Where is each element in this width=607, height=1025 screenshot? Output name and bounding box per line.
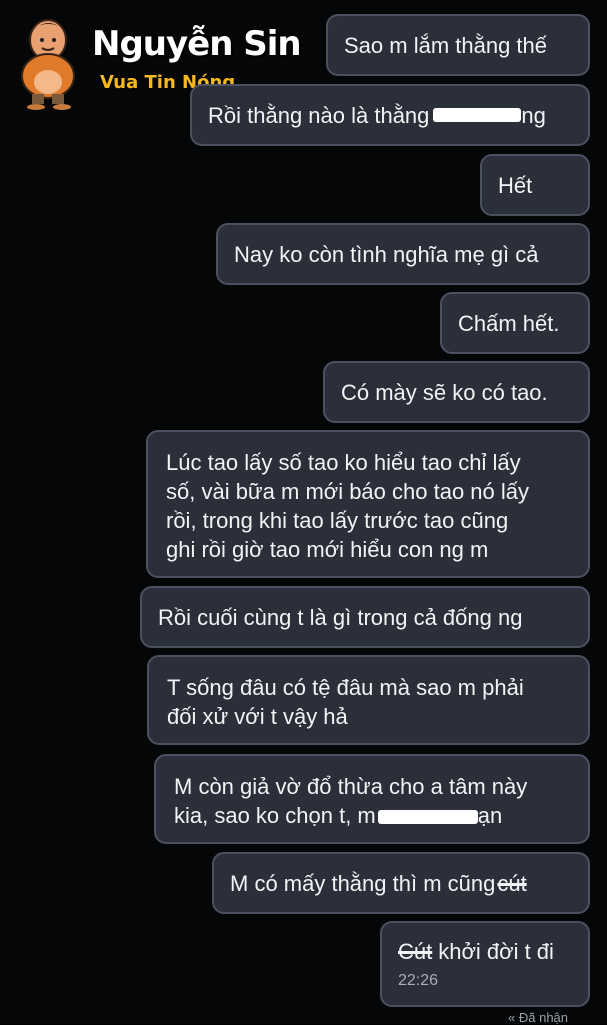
message-text: Sao m lắm thằng thế	[344, 32, 548, 58]
message-bubble[interactable]: Chấm hết.	[440, 292, 590, 354]
message-bubble[interactable]: Lúc tao lấy số tao ko hiểu tao chỉ lấy s…	[146, 430, 590, 578]
message-text: ng	[521, 102, 546, 128]
message-text: M có mấy thằng thì m cũng	[230, 870, 496, 896]
struck-text: cút	[497, 870, 527, 896]
message-text: Chấm hết.	[458, 310, 560, 336]
brand-name: Nguyễn Sin	[92, 24, 302, 64]
message-line: kia, sao ko chọn t, m ạn	[174, 801, 570, 830]
message-text: Rồi thằng nào là thằng	[208, 102, 430, 128]
message-bubble[interactable]: Có mày sẽ ko có tao.	[323, 361, 590, 423]
message-line: T sống đâu có tệ đâu mà sao m phải	[167, 675, 524, 700]
message-bubble[interactable]: T sống đâu có tệ đâu mà sao m phải đối x…	[147, 655, 590, 745]
message-line: ghi rồi giờ tao mới hiểu con ng m	[166, 537, 489, 562]
message-bubble[interactable]: Rồi cuối cùng t là gì trong cả đống ng	[140, 586, 590, 648]
struck-text: Cút	[398, 939, 433, 964]
message-line: số, vài bữa m mới báo cho tao nó lấy	[166, 479, 529, 504]
message-text: Hết	[498, 172, 533, 198]
message-text: Có mày sẽ ko có tao.	[341, 379, 548, 405]
message-bubble[interactable]: M có mấy thằng thì m cũng cút	[212, 852, 590, 914]
message-text: Nay ko còn tình nghĩa mẹ gì cả	[234, 241, 539, 267]
message-timestamp: 22:26	[398, 972, 439, 989]
mascot-icon	[21, 19, 75, 110]
message-line: Lúc tao lấy số tao ko hiểu tao chỉ lấy	[166, 450, 521, 475]
double-check-icon: «	[508, 1010, 516, 1025]
message-bubble[interactable]: Nay ko còn tình nghĩa mẹ gì cả	[216, 223, 590, 285]
message-bubble[interactable]: Cút khởi đời t đi 22:26	[380, 921, 590, 1007]
delivery-status: « Đã nhận	[508, 1010, 568, 1025]
message-line: rồi, trong khi tao lấy trước tao cũng	[166, 508, 509, 533]
delivery-status-text: Đã nhận	[518, 1010, 569, 1025]
message-bubble[interactable]: M còn giả vờ đổ thừa cho a tâm này kia, …	[154, 754, 590, 844]
message-line: đối xử với t vậy hả	[167, 704, 348, 729]
message-text: ạn	[477, 803, 503, 828]
chat-screen: Nguyễn Sin Vua Tin Nóng Sao m lắm thằng …	[0, 0, 607, 1025]
message-text: kia, sao ko chọn t, m	[174, 803, 376, 828]
message-bubble[interactable]: Rồi thằng nào là thằng ng	[190, 84, 590, 146]
censor-mark	[377, 810, 478, 825]
message-text: Rồi cuối cùng t là gì trong cả đống ng	[158, 604, 523, 630]
message-line: M còn giả vờ đổ thừa cho a tâm này	[174, 774, 528, 799]
censor-mark	[433, 108, 522, 122]
message-text: khởi đời t đi	[438, 939, 554, 964]
message-bubble[interactable]: Sao m lắm thằng thế	[326, 14, 590, 76]
message-bubble[interactable]: Hết	[480, 154, 590, 216]
